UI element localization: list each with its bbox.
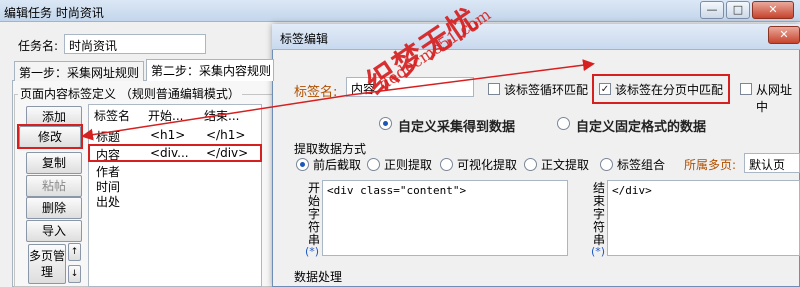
table-row-name[interactable]: 标题: [96, 128, 120, 145]
close-button[interactable]: ✕: [752, 1, 794, 19]
move-down-button[interactable]: ↓: [68, 265, 81, 283]
prepost-radio[interactable]: [296, 158, 309, 171]
tag-name-label: 标签名:: [294, 85, 338, 100]
table-row-name[interactable]: 出处: [96, 193, 120, 210]
visual-radio[interactable]: [440, 158, 453, 171]
from-url-label[interactable]: 从网址中: [756, 81, 800, 115]
end-string-textarea[interactable]: </div>: [607, 180, 800, 256]
visual-label[interactable]: 可视化提取: [457, 156, 517, 173]
dialog-titlebar: [272, 24, 800, 50]
window-title: 编辑任务 时尚资讯: [4, 6, 104, 20]
prepost-label[interactable]: 前后截取: [313, 156, 361, 173]
extract-method-label: 提取数据方式: [294, 142, 367, 156]
from-url-checkbox[interactable]: [740, 83, 752, 95]
fixed-format-label[interactable]: 自定义固定格式的数据: [576, 116, 706, 135]
tag-combo-radio[interactable]: [600, 158, 613, 171]
collected-data-radio[interactable]: [379, 117, 392, 130]
tag-combo-label[interactable]: 标签组合: [617, 156, 665, 173]
main-titlebar: [0, 0, 800, 22]
page-select-label: 所属多页:: [684, 158, 737, 172]
column-header-start[interactable]: 开始...: [148, 107, 183, 124]
paged-match-highlight: [592, 74, 730, 104]
dialog-close-button[interactable]: ✕: [768, 26, 800, 44]
paste-button[interactable]: 粘帖: [26, 175, 82, 197]
collected-data-label[interactable]: 自定义采集得到数据: [398, 116, 515, 135]
tab-url-rules[interactable]: 第一步：采集网址规则: [14, 61, 144, 81]
table-row-start[interactable]: <h1>: [150, 128, 185, 142]
end-wildcard-link[interactable]: (*): [591, 245, 605, 258]
import-button[interactable]: 导入: [26, 220, 82, 242]
text-extract-label[interactable]: 正文提取: [541, 156, 589, 173]
loop-match-label[interactable]: 该标签循环匹配: [504, 81, 588, 98]
page-select[interactable]: 默认页: [744, 153, 800, 173]
start-string-label: 开始字符串: [307, 181, 320, 247]
end-string-label: 结束字符串: [592, 181, 605, 247]
regex-radio[interactable]: [367, 158, 380, 171]
regex-label[interactable]: 正则提取: [384, 156, 432, 173]
data-processing-label: 数据处理: [294, 270, 343, 284]
tab-content-rules[interactable]: 第二步：采集内容规则: [146, 59, 274, 81]
task-name-input[interactable]: 时尚资讯: [64, 34, 206, 54]
fixed-format-radio[interactable]: [557, 117, 570, 130]
task-name-label: 任务名:: [18, 39, 59, 53]
maximize-button[interactable]: □: [726, 1, 750, 19]
column-header-name[interactable]: 标签名: [94, 107, 130, 124]
column-header-end[interactable]: 结束...: [204, 107, 239, 124]
edit-button-highlight: [17, 124, 83, 149]
copy-button[interactable]: 复制: [26, 152, 82, 174]
start-wildcard-link[interactable]: (*): [305, 245, 319, 258]
selected-row-highlight: [88, 144, 262, 162]
loop-match-checkbox[interactable]: [488, 83, 500, 95]
move-up-button[interactable]: ↑: [68, 243, 81, 261]
text-extract-radio[interactable]: [524, 158, 537, 171]
table-row-end[interactable]: </h1>: [206, 128, 245, 142]
multipage-manage-button[interactable]: 多页管理: [28, 244, 66, 284]
start-string-textarea[interactable]: <div class="content">: [322, 180, 568, 256]
minimize-button[interactable]: —: [700, 1, 724, 19]
dialog-title: 标签编辑: [280, 32, 329, 46]
delete-button[interactable]: 删除: [26, 197, 82, 219]
group-label: 页面内容标签定义 （规则普通编辑模式）: [18, 85, 242, 102]
